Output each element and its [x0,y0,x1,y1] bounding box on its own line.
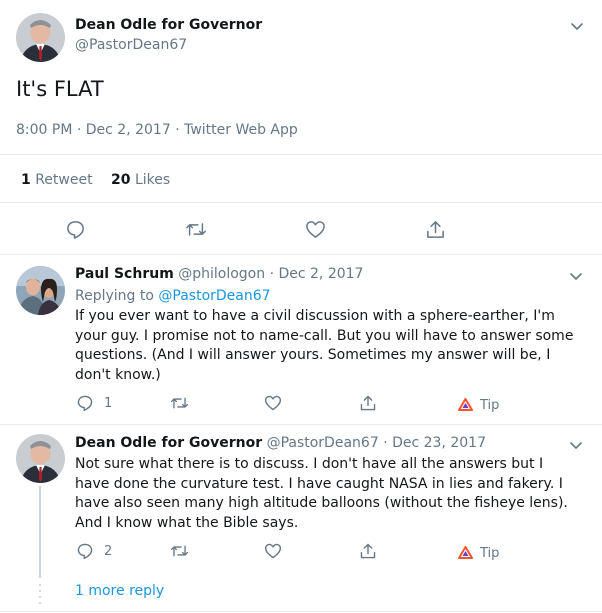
replying-to-handle[interactable]: @PastorDean67 [158,288,270,304]
reply-icon[interactable] [65,219,86,240]
retweet-icon[interactable] [170,394,189,412]
share-icon[interactable] [359,394,377,412]
replying-to-label: Replying to [75,288,154,304]
reply-header: Dean Odle for Governor @PastorDean67 · D… [75,435,486,451]
like-count: 20 [111,172,131,188]
heart-icon[interactable] [264,394,282,412]
thread-dots [39,582,41,604]
retweet-count: 1 [21,172,31,188]
chevron-down-icon[interactable] [569,268,583,282]
like-stat[interactable]: 20 Likes [111,172,170,188]
chevron-down-icon[interactable] [570,18,584,32]
tweet-text: It's FLAT [16,77,104,101]
divider [0,424,602,425]
retweet-icon[interactable] [185,219,207,240]
retweet-icon[interactable] [170,542,189,560]
heart-icon[interactable] [264,542,282,560]
reply-date[interactable]: · Dec 2, 2017 [270,266,364,282]
reply-date[interactable]: · Dec 23, 2017 [383,435,486,451]
replying-to: Replying to @PastorDean67 [75,288,271,304]
share-icon[interactable] [359,542,377,560]
reply-text: Not sure what there is to discuss. I don… [75,456,568,531]
reply-author-handle[interactable]: @philologon [178,266,265,282]
divider [0,611,602,612]
author-name[interactable]: Dean Odle for Governor [75,17,262,33]
reply-author-handle[interactable]: @PastorDean67 [267,435,379,451]
divider [0,202,602,203]
tip-button[interactable]: Tip [458,396,499,415]
show-more-replies-link[interactable]: 1 more reply [75,583,164,599]
reply-avatar[interactable] [16,434,65,483]
tip-button[interactable]: Tip [458,544,499,563]
chevron-down-icon[interactable] [569,437,583,451]
tip-label: Tip [480,546,500,561]
divider [0,254,602,255]
reply-count: 2 [104,544,113,559]
share-icon[interactable] [425,219,446,240]
brave-triangle-icon [458,544,473,563]
divider [0,154,602,155]
reply-icon[interactable] [76,542,94,560]
reply-count: 1 [104,396,113,411]
like-label: Likes [134,172,171,188]
reply-icon[interactable] [76,394,94,412]
author-handle[interactable]: @PastorDean67 [75,37,187,53]
retweet-stat[interactable]: 1 Retweet [21,172,93,188]
reply-avatar[interactable] [16,266,65,315]
heart-icon[interactable] [305,219,326,240]
author-avatar[interactable] [16,13,65,62]
reply-header: Paul Schrum @philologon · Dec 2, 2017 [75,266,363,282]
tweet-timestamp[interactable]: 8:00 PM · Dec 2, 2017 · Twitter Web App [16,122,298,138]
brave-triangle-icon [458,396,473,415]
thread-line [39,486,41,578]
reply-author-name[interactable]: Paul Schrum [75,266,174,282]
tip-label: Tip [480,398,500,413]
reply-text: If you ever want to have a civil discuss… [75,308,574,383]
retweet-label: Retweet [35,172,93,188]
reply-author-name[interactable]: Dean Odle for Governor [75,435,262,451]
